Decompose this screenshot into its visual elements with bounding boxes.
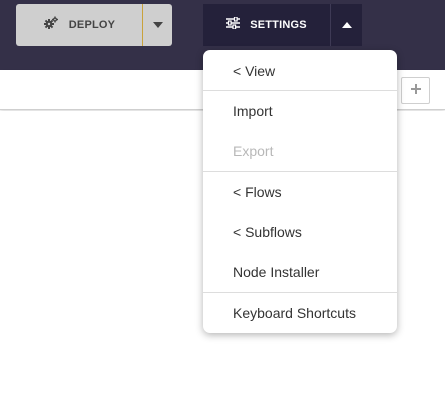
settings-label: SETTINGS [250, 19, 307, 31]
plus-icon [410, 82, 422, 100]
menu-item-node-installer[interactable]: Node Installer [203, 252, 397, 292]
sliders-icon [226, 16, 241, 34]
settings-button[interactable]: SETTINGS [203, 4, 330, 46]
add-tab-button[interactable] [401, 77, 430, 104]
caret-up-icon [341, 16, 353, 34]
settings-menu-button[interactable] [330, 4, 362, 46]
deploy-menu-button[interactable] [142, 4, 172, 46]
menu-item-export: Export [233, 143, 274, 159]
settings-menu: < View Import Export < Flows < Subflows … [203, 50, 397, 333]
caret-down-icon [152, 16, 164, 34]
deploy-button[interactable]: DEPLOY [16, 4, 142, 46]
menu-item-import[interactable]: Import [203, 91, 397, 131]
settings-group: SETTINGS [203, 4, 362, 46]
deploy-label: DEPLOY [68, 19, 116, 31]
deploy-group: DEPLOY [16, 4, 172, 46]
menu-item-view[interactable]: < View [203, 51, 397, 91]
menu-item-keyboard-shortcuts[interactable]: Keyboard Shortcuts [203, 293, 397, 333]
menu-item-subflows[interactable]: < Subflows [203, 212, 397, 252]
menu-item-flows[interactable]: < Flows [203, 172, 397, 212]
gears-icon [43, 16, 59, 35]
